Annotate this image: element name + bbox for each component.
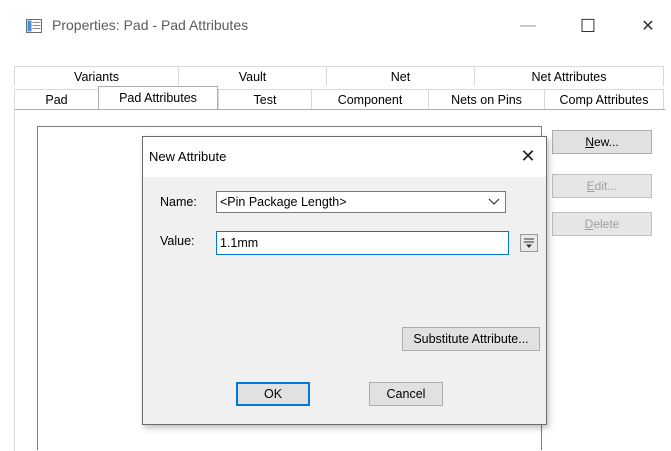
app-icon [26, 19, 42, 33]
dialog-title: New Attribute [149, 149, 227, 164]
tab-pad-attributes[interactable]: Pad Attributes [98, 86, 218, 109]
dialog-close-button[interactable]: ✕ [518, 146, 538, 166]
minimize-icon: — [520, 17, 536, 34]
tab-net[interactable]: Net [326, 66, 474, 86]
cancel-button[interactable]: Cancel [369, 382, 443, 406]
tab-net-attributes[interactable]: Net Attributes [474, 66, 664, 86]
edit-button-label: Edit... [586, 179, 618, 193]
chevron-down-icon [488, 198, 500, 205]
window-titlebar: Properties: Pad - Pad Attributes — ☐ ✕ [0, 0, 671, 52]
maximize-icon: ☐ [579, 15, 597, 36]
tab-component[interactable]: Component [311, 89, 428, 109]
new-attribute-dialog: New Attribute ✕ Name: <Pin Package Lengt… [142, 136, 547, 425]
cancel-button-label: Cancel [386, 387, 426, 401]
tab-label: Test [253, 92, 277, 107]
ok-button-label: OK [263, 387, 283, 401]
tab-row-lower: Pad Pad Attributes Test Component Nets o… [14, 86, 664, 109]
new-button[interactable]: New... [552, 130, 652, 154]
tab-label: Pad Attributes [119, 91, 197, 105]
value-input[interactable] [220, 236, 500, 250]
name-label: Name: [160, 195, 197, 209]
tab-label: Component [337, 92, 403, 107]
maximize-button[interactable]: ☐ [568, 12, 608, 40]
value-field[interactable] [216, 231, 509, 255]
tab-label: Pad [45, 92, 68, 107]
tab-nets-on-pins[interactable]: Nets on Pins [428, 89, 544, 109]
name-combobox[interactable]: <Pin Package Length> [216, 191, 506, 213]
tab-label: Comp Attributes [559, 92, 649, 107]
edit-button[interactable]: Edit... [552, 174, 652, 198]
tab-comp-attributes[interactable]: Comp Attributes [544, 89, 664, 109]
tab-label: Vault [238, 69, 267, 84]
tab-label: Variants [74, 69, 119, 84]
minimize-button[interactable]: — [508, 12, 548, 40]
value-label: Value: [160, 234, 195, 248]
ok-button[interactable]: OK [236, 382, 310, 406]
substitute-attribute-button[interactable]: Substitute Attribute... [402, 327, 540, 351]
tab-vault[interactable]: Vault [178, 66, 326, 86]
tab-test[interactable]: Test [218, 89, 311, 109]
tab-variants[interactable]: Variants [14, 66, 178, 86]
tab-row-upper: Variants Vault Net Net Attributes [14, 66, 664, 86]
name-combobox-value: <Pin Package Length> [220, 195, 347, 209]
tab-label: Net Attributes [531, 69, 607, 84]
close-button[interactable]: ✕ [628, 12, 668, 40]
list-dropdown-icon [524, 238, 534, 248]
tab-label: Net [390, 69, 411, 84]
tab-label: Nets on Pins [451, 92, 522, 107]
delete-button[interactable]: Delete [552, 212, 652, 236]
dialog-titlebar: New Attribute ✕ [143, 137, 546, 177]
close-icon: ✕ [520, 145, 536, 166]
tab-pad[interactable]: Pad [14, 89, 98, 109]
value-options-button[interactable] [520, 234, 538, 252]
substitute-attribute-label: Substitute Attribute... [413, 332, 529, 346]
new-button-label: New... [585, 135, 619, 149]
delete-button-label: Delete [584, 217, 620, 231]
close-icon: ✕ [641, 18, 655, 35]
window-title: Properties: Pad - Pad Attributes [52, 17, 249, 33]
